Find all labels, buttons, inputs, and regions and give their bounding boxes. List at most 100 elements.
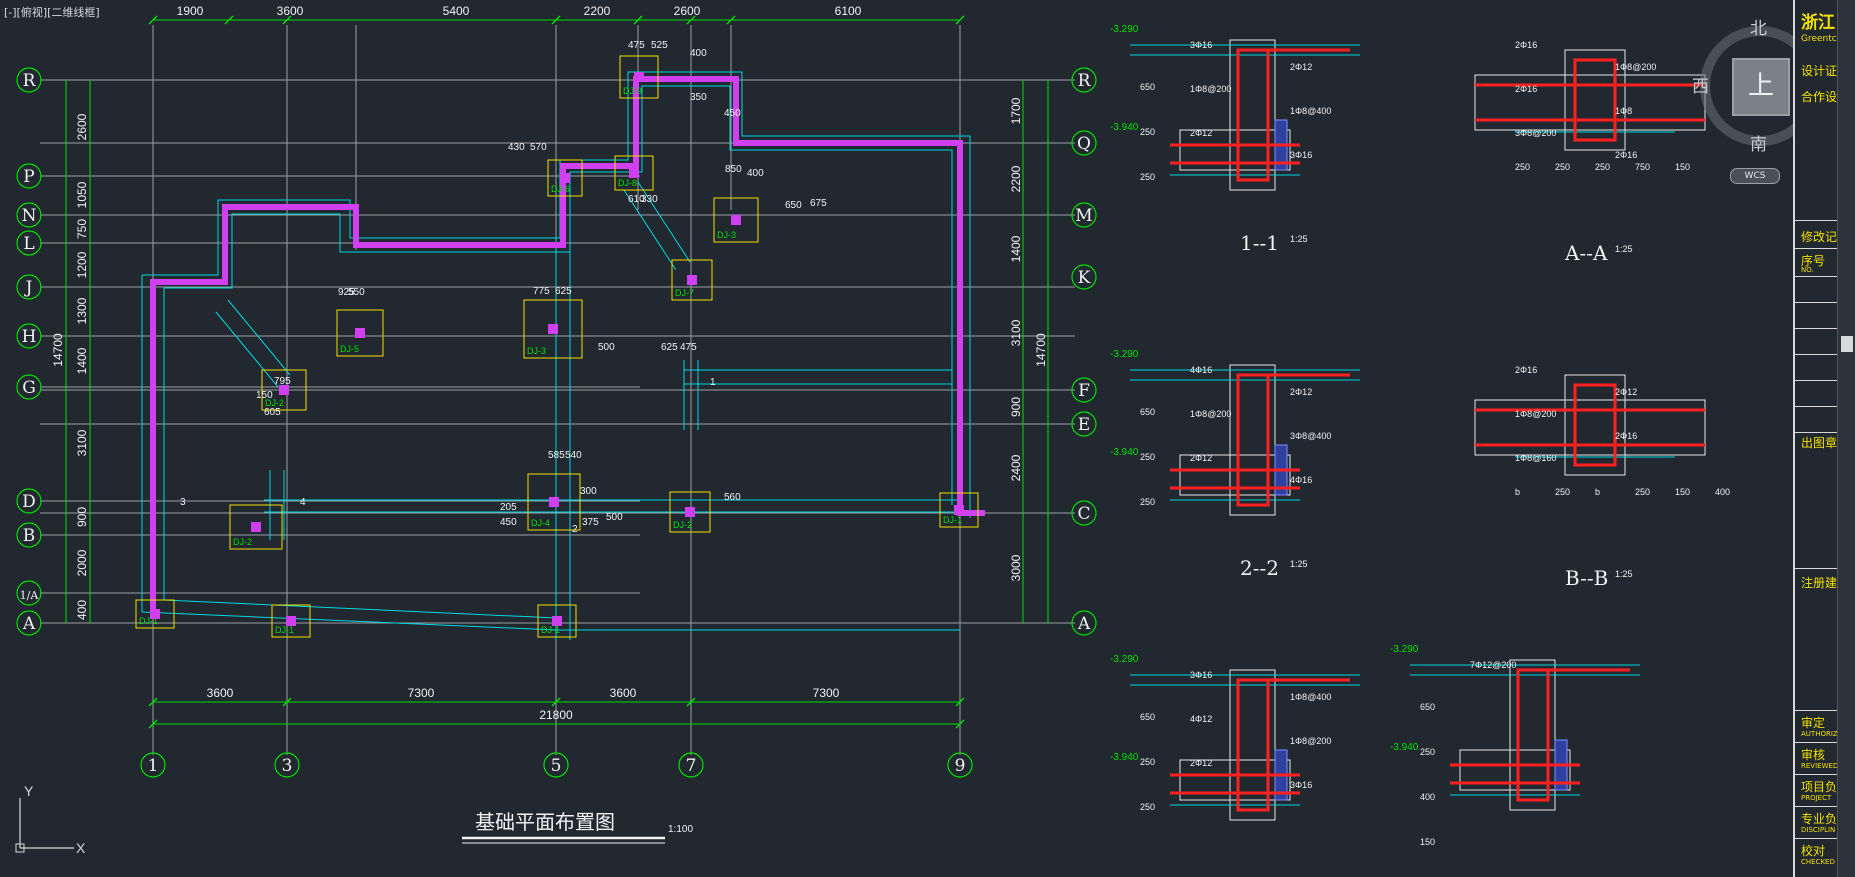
section-0-dim-2: 250 (1140, 172, 1155, 182)
section-0-rebar-5: 3Φ16 (1290, 150, 1312, 160)
section-2-dim-0: 650 (1140, 407, 1155, 417)
top-dim-1: 3600 (277, 4, 304, 18)
row-axis-left-10-label: A (22, 614, 36, 634)
dim-note-22: 605 (264, 407, 281, 418)
section-2-rebar-1: 2Φ12 (1290, 387, 1312, 397)
footing-center-10 (687, 275, 697, 285)
section-1-rebar-2: 2Φ16 (1515, 84, 1537, 94)
row-axis-right-7-label: A (1077, 614, 1091, 634)
dim-note-4: 450 (724, 108, 741, 119)
section-4: 3Φ161Φ8@4004Φ121Φ8@2002Φ123Φ16650250250-… (1110, 654, 1360, 821)
section-4-dim-2: 250 (1140, 802, 1155, 812)
top-dim-0: 1900 (177, 4, 204, 18)
section-texts-3: 2Φ16 2Φ12 1Φ8@200 2Φ16 1Φ8@160 b 250 b 250 150 400… (1515, 365, 1730, 590)
col-axis-4-label: 9 (955, 756, 966, 776)
rebar-stirrup-1 (1573, 58, 1617, 142)
left-dim-3: 1200 (75, 251, 89, 278)
section-0-rebar-0: 3Φ16 (1190, 40, 1212, 50)
viewcube-north[interactable]: 北 (1750, 14, 1767, 39)
left-dim-2: 750 (75, 219, 89, 239)
section-2-rebar-5: 4Φ16 (1290, 475, 1312, 485)
tb-company-en: Greentc (1801, 34, 1837, 44)
section-3-rebar-2: 1Φ8@200 (1515, 409, 1556, 419)
section-5-elev-top: -3.290 (1390, 644, 1419, 655)
section-3-rebar-4: 1Φ8@160 (1515, 453, 1556, 463)
section-3-label: B--B (1565, 566, 1608, 590)
footing-label-1: DJ-1 (275, 625, 294, 635)
footing-center-8 (355, 328, 365, 338)
section-0-rebar-4: 2Φ12 (1190, 128, 1212, 138)
row-axis-right-1: Q (1071, 130, 1097, 156)
col-axis-0: 1 (140, 752, 166, 778)
scrollbar-thumb[interactable] (1841, 336, 1853, 352)
dim-note-33: 4 (300, 497, 306, 508)
left-dim-0: 2600 (75, 113, 89, 140)
row-axis-left-4: J (16, 274, 42, 300)
section-4-rebar-3: 1Φ8@200 (1290, 736, 1331, 746)
dim-note-29: 500 (606, 512, 623, 523)
left-dim-6: 3100 (75, 429, 89, 456)
tb-approve: 审定 (1801, 716, 1826, 730)
section-outline-1 (1474, 49, 1706, 151)
viewport-label[interactable]: [-][俯视][二维线框] (4, 4, 100, 20)
row-axis-left-5-label: H (22, 327, 37, 347)
footing-center-11 (629, 168, 639, 178)
drawing-canvas[interactable]: DJ-1 DJ-1 DJ-1 DJ-2 DJ-2 DJ-3 DJ-3 DJ-4 DJ-5 DJ-6… (0, 0, 1855, 877)
footing-center-13 (685, 507, 695, 517)
dim-note-16: 625 (555, 286, 572, 297)
section-1-rebar-4: 3Φ8@200 (1515, 128, 1556, 138)
col-axis-0-label: 1 (148, 756, 159, 776)
section-rebar-1 (1475, 58, 1705, 142)
vertical-scrollbar[interactable] (1837, 0, 1855, 877)
col-axis-2: 5 (543, 752, 569, 778)
rebar-stirrup-4 (1236, 678, 1270, 812)
row-axis-left-0: R (16, 67, 42, 93)
rebar-stirrup-2 (1236, 373, 1270, 507)
footing-center-2 (552, 616, 562, 626)
dim-note-6: 570 (530, 142, 547, 153)
ucs-x-label: X (76, 840, 86, 856)
viewcube-top-face[interactable]: 上 (1732, 58, 1790, 116)
row-axis-right-0: R (1071, 67, 1097, 93)
dim-note-34: 1 (710, 377, 716, 388)
section-1: 2Φ16 1Φ8@200 2Φ16 1Φ8 3Φ8@200 2Φ16 250 250 250 75… (1474, 40, 1706, 265)
row-axes-right: R Q M K FE C A (1071, 67, 1097, 636)
row-axes-left: R PNL J H G DB 1/A A (16, 67, 42, 636)
tb-check: 校对 (1801, 844, 1826, 858)
left-dim-5: 1400 (75, 347, 89, 374)
footing-center-4 (251, 522, 261, 532)
dim-note-19: 475 (680, 342, 697, 353)
row-axis-right-7: A (1071, 610, 1097, 636)
section-texts-0: 3Φ162Φ121Φ8@2001Φ8@4002Φ123Φ16650250250-… (1110, 24, 1331, 255)
col-axis-2-label: 5 (551, 756, 562, 776)
section-4-dim-0: 650 (1140, 712, 1155, 722)
row-axis-left-6: G (16, 374, 42, 400)
tb-company: 浙江 (1801, 13, 1835, 33)
wcs-menu-button[interactable]: WCS (1730, 168, 1780, 184)
plan-grid (40, 25, 1075, 755)
right-dim-0: 1700 (1009, 97, 1023, 124)
rebar-stirrup-0 (1236, 48, 1270, 182)
section-2: 4Φ162Φ121Φ8@2003Φ8@4002Φ124Φ16650250250-… (1110, 349, 1360, 580)
section-1-dim-3: 750 (1635, 162, 1650, 172)
rebar-stirrup-3 (1573, 383, 1617, 467)
top-dim-5: 6100 (835, 4, 862, 18)
section-3-rebar-3: 2Φ16 (1615, 431, 1637, 441)
section-2-elev-bot: -3.940 (1110, 447, 1139, 458)
row-axis-left-3-label: L (23, 234, 34, 254)
footing-center-0 (150, 609, 160, 619)
tb-review-en: REVIEWED (1801, 762, 1839, 770)
section-5-rebar-0: 7Φ12@200 (1470, 660, 1516, 670)
section-texts-5: 7Φ12@200 650 250 400 150 -3.290 -3.940 (1390, 644, 1516, 847)
viewcube-west[interactable]: 西 (1692, 72, 1709, 97)
row-axis-right-0-label: R (1078, 71, 1092, 91)
section-slab-1 (1474, 74, 1706, 131)
viewcube-south[interactable]: 南 (1750, 130, 1767, 155)
dim-note-2: 400 (690, 48, 707, 59)
section-2-elev-top: -3.290 (1110, 349, 1139, 360)
plan-title: 基础平面布置图 (475, 810, 615, 834)
row-axis-left-3: L (16, 230, 42, 256)
footing-center-1 (286, 616, 296, 626)
footing-center-12 (634, 72, 644, 82)
dim-note-21: 795 (274, 376, 291, 387)
